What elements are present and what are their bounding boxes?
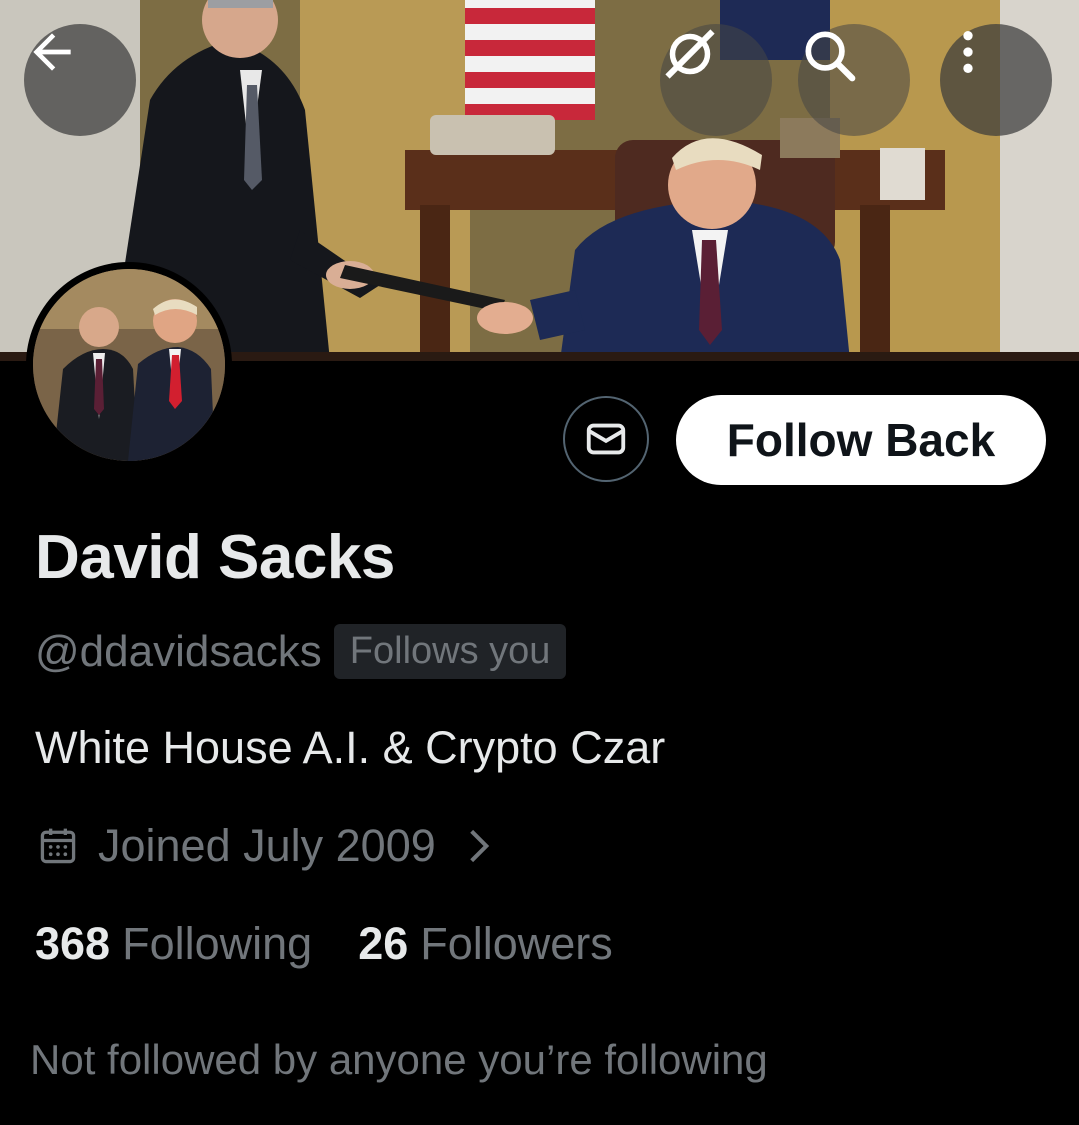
- followers-count: 26: [358, 918, 409, 969]
- envelope-icon: [586, 423, 626, 455]
- following-label: Following: [122, 918, 313, 969]
- avatar[interactable]: [26, 262, 232, 468]
- calendar-icon: [40, 828, 76, 864]
- followers-label: Followers: [420, 918, 613, 969]
- grok-button[interactable]: [660, 24, 772, 136]
- followers-link[interactable]: 26 Followers: [358, 918, 613, 970]
- back-button[interactable]: [24, 24, 136, 136]
- profile-name: David Sacks: [35, 523, 395, 592]
- message-button[interactable]: [563, 396, 649, 482]
- grok-icon: [665, 29, 715, 79]
- joined-date-row[interactable]: Joined July 2009: [36, 820, 496, 872]
- following-count: 368: [35, 918, 111, 969]
- following-link[interactable]: 368 Following: [35, 918, 312, 970]
- joined-date: Joined July 2009: [98, 820, 436, 871]
- search-button[interactable]: [798, 24, 910, 136]
- follow-back-button[interactable]: Follow Back: [676, 395, 1046, 485]
- profile-handle: @ddavidsacks: [35, 626, 322, 676]
- arrow-left-icon: [33, 33, 71, 71]
- search-icon: [805, 31, 856, 82]
- follows-you-badge: Follows you: [333, 624, 567, 679]
- handle-row: @ddavidsacks Follows you: [35, 624, 567, 679]
- profile-bio: White House A.I. & Crypto Czar: [35, 722, 666, 773]
- chevron-right-icon: [462, 824, 496, 868]
- follow-stats: 368 Following 26 Followers: [35, 918, 613, 970]
- avatar-photo: [33, 269, 225, 461]
- more-vertical-icon: [963, 31, 973, 73]
- mutuals-note: Not followed by anyone you’re following: [30, 1036, 768, 1083]
- more-options-button[interactable]: [940, 24, 1052, 136]
